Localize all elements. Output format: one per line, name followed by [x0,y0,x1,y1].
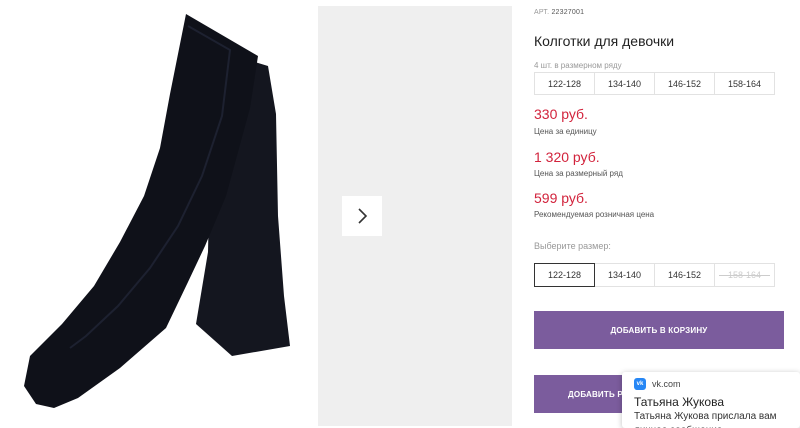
retail-price: 599 руб. [534,190,588,206]
product-gallery [0,0,512,428]
notification-message: Татьяна Жукова прислала вам личное сообщ… [634,411,777,428]
unit-price-label: Цена за единицу [534,127,597,136]
retail-price-label: Рекомендуемая розничная цена [534,210,655,219]
row-price: 1 320 руб. [534,149,600,165]
size-select-label: Выберите размер: [534,241,611,251]
size-option-134-140[interactable]: 134-140 [594,263,655,287]
size-selector: 122-128 134-140 146-152 158-164 [534,263,775,287]
size-option-146-152[interactable]: 146-152 [654,263,715,287]
unit-price: 330 руб. [534,106,588,122]
product-photo-main[interactable] [0,6,316,426]
product-info: АРТ. 22327001 Колготки для девочки 4 шт.… [534,0,800,428]
add-to-cart-button[interactable]: Добавить в корзину [534,311,784,349]
size-option-158-164: 158-164 [714,263,775,287]
gallery-next-button[interactable] [342,196,382,236]
vk-notification[interactable]: vk vk.com Татьяна Жукова Татьяна Жукова … [622,372,800,428]
chevron-right-icon [358,208,368,224]
article-code: 22327001 [551,9,585,16]
tights-image [24,14,290,408]
pack-note: 4 шт. в размерном ряду [534,61,622,70]
pack-size-cell: 146-152 [654,72,715,95]
pack-size-cell: 158-164 [714,72,775,95]
article-number: АРТ. 22327001 [534,9,584,16]
product-title: Колготки для девочки [534,33,675,49]
article-label: АРТ. [534,9,550,16]
pack-size-cell: 122-128 [534,72,595,95]
pack-size-cell: 134-140 [594,72,655,95]
size-option-122-128[interactable]: 122-128 [534,263,595,287]
vk-icon: vk [634,378,646,390]
notification-source: vk.com [652,379,681,389]
notification-sender: Татьяна Жукова [634,395,724,409]
row-price-label: Цена за размерный ряд [534,169,623,178]
pack-size-table: 122-128 134-140 146-152 158-164 [534,72,775,95]
